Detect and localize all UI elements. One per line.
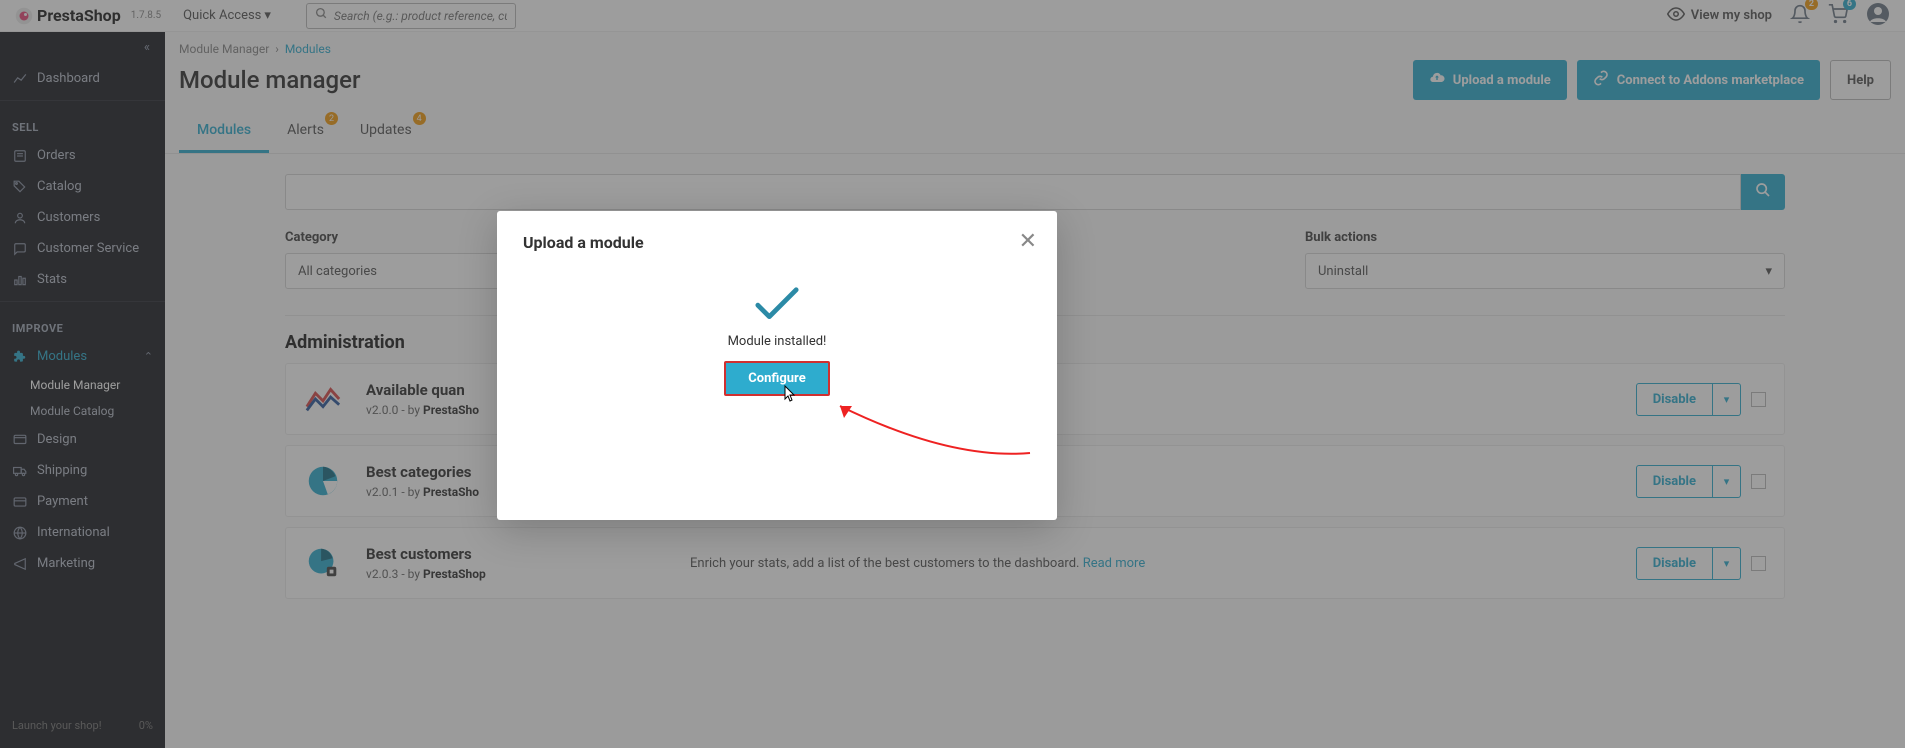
upload-module-modal: Upload a module ✕ Module installed! Conf… [497, 211, 1057, 520]
configure-button[interactable]: Configure [724, 361, 829, 396]
close-icon: ✕ [1019, 229, 1037, 254]
install-message: Module installed! [728, 334, 827, 349]
checkmark-icon [754, 286, 800, 322]
modal-body: Module installed! Configure [523, 252, 1031, 396]
modal-title: Upload a module [523, 233, 1031, 252]
modal-close-button[interactable]: ✕ [1019, 229, 1037, 254]
cursor-icon [780, 385, 796, 405]
